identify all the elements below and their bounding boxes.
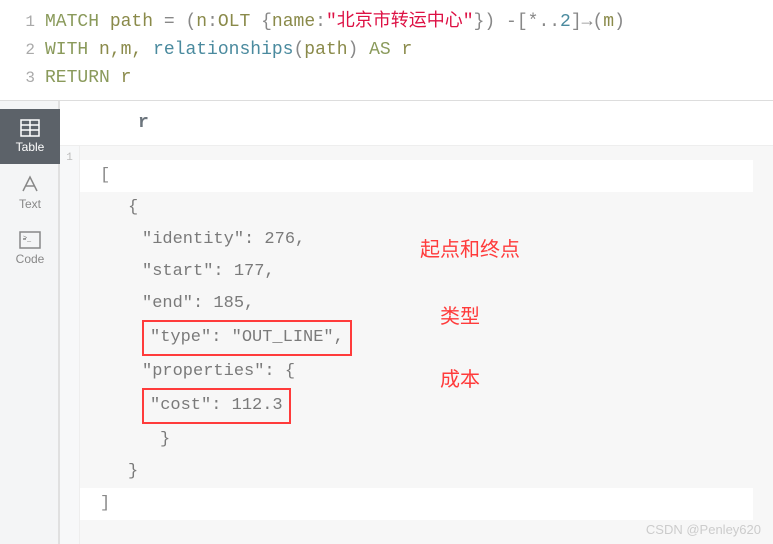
keyword-match: MATCH bbox=[45, 12, 99, 32]
line-gutter: 1 2 3 bbox=[0, 0, 45, 100]
type-line: ″type″: ″OUT_LINE″, bbox=[100, 320, 753, 356]
watermark: CSDN @Penley620 bbox=[646, 522, 761, 537]
keyword-with: WITH bbox=[45, 40, 88, 60]
line-number: 3 bbox=[0, 64, 35, 92]
cost-highlight: ″cost″: 112.3 bbox=[142, 388, 291, 424]
tab-code[interactable]: >_ Code bbox=[0, 221, 60, 276]
close-brace-inner: } bbox=[100, 424, 753, 456]
svg-text:>_: >_ bbox=[23, 235, 31, 242]
tab-label: Table bbox=[16, 140, 45, 154]
annotation-type: 类型 bbox=[440, 301, 480, 333]
code-icon: >_ bbox=[19, 231, 41, 249]
open-bracket: [ bbox=[80, 160, 753, 192]
line-number: 2 bbox=[0, 36, 35, 64]
tab-label: Code bbox=[16, 252, 45, 266]
open-brace: { bbox=[100, 192, 753, 224]
tab-text[interactable]: Text bbox=[0, 164, 60, 221]
annotation-start-end: 起点和终点 bbox=[420, 234, 520, 266]
code-editor: 1 2 3 MATCH path = (n:OLT {name:"北京市转运中心… bbox=[0, 0, 773, 101]
type-highlight: ″type″: ″OUT_LINE″, bbox=[142, 320, 352, 356]
result-row-number: 1 bbox=[60, 146, 80, 544]
results-body: 1 [ { ″identity″: 276, ″start″: 177, ″en… bbox=[60, 146, 773, 544]
properties-line: ″properties″: { bbox=[100, 356, 753, 388]
results-column-header: r bbox=[60, 101, 773, 146]
annotation-cost: 成本 bbox=[440, 364, 480, 396]
keyword-return: RETURN bbox=[45, 68, 110, 88]
table-icon bbox=[20, 119, 40, 137]
close-brace: } bbox=[100, 456, 753, 488]
code-line-3: RETURN r bbox=[45, 64, 625, 92]
line-number: 1 bbox=[0, 8, 35, 36]
end-line: ″end″: 185, bbox=[100, 288, 753, 320]
tab-label: Text bbox=[19, 197, 41, 211]
text-icon bbox=[20, 174, 40, 194]
code-line-2: WITH n,m, relationships(path) AS r bbox=[45, 36, 625, 64]
tab-table[interactable]: Table bbox=[0, 109, 60, 164]
results-sidebar: Table Text >_ Code bbox=[0, 101, 60, 544]
main-area: Table Text >_ Code r 1 [ { ″identity″: 2… bbox=[0, 101, 773, 544]
results-pane: r 1 [ { ″identity″: 276, ″start″: 177, ″… bbox=[60, 101, 773, 544]
result-content: [ { ″identity″: 276, ″start″: 177, ″end″… bbox=[80, 146, 773, 544]
close-bracket: ] bbox=[80, 488, 753, 520]
cost-line: ″cost″: 112.3 bbox=[100, 388, 753, 424]
code-line-1: MATCH path = (n:OLT {name:"北京市转运中心"}) -[… bbox=[45, 8, 625, 36]
code-content[interactable]: MATCH path = (n:OLT {name:"北京市转运中心"}) -[… bbox=[45, 0, 625, 100]
